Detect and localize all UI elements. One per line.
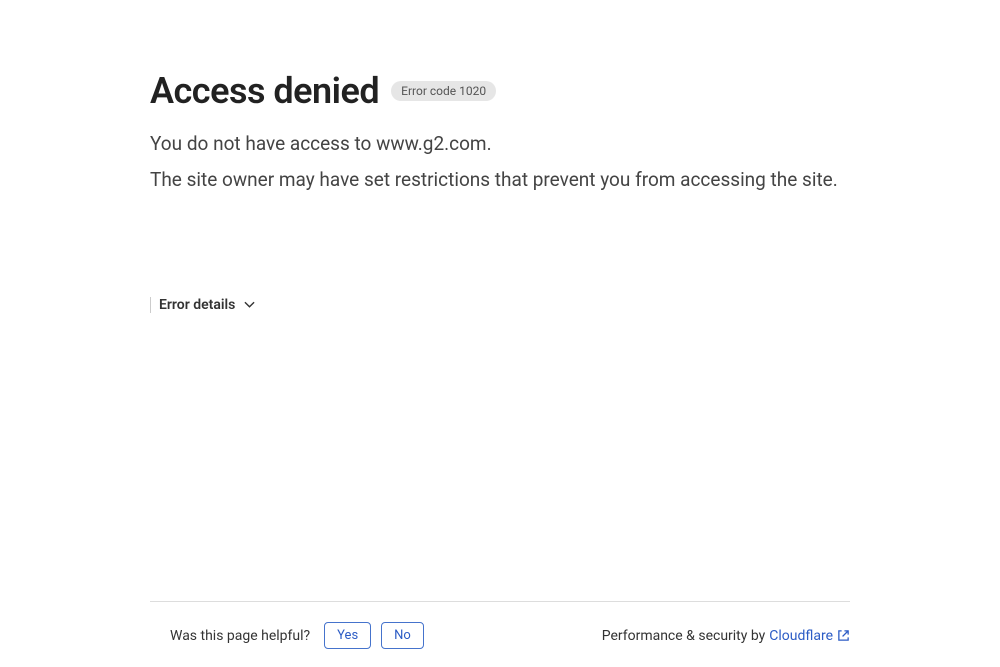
footer-left: Was this page helpful? Yes No bbox=[150, 622, 424, 649]
no-button[interactable]: No bbox=[381, 622, 424, 649]
security-by-text: Performance & security by bbox=[602, 628, 766, 644]
error-details-toggle[interactable]: Error details bbox=[150, 297, 850, 313]
page-title: Access denied bbox=[150, 70, 379, 112]
footer-question: Was this page helpful? bbox=[150, 628, 310, 644]
yes-button[interactable]: Yes bbox=[324, 622, 371, 649]
main-content: Access denied Error code 1020 You do not… bbox=[0, 0, 1000, 313]
header-row: Access denied Error code 1020 bbox=[150, 70, 850, 112]
footer-buttons: Yes No bbox=[324, 622, 424, 649]
error-code-badge: Error code 1020 bbox=[391, 81, 496, 101]
access-message-line2: The site owner may have set restrictions… bbox=[150, 164, 850, 196]
chevron-down-icon bbox=[243, 299, 255, 311]
cloudflare-link-text: Cloudflare bbox=[769, 628, 833, 644]
access-message-line1: You do not have access to www.g2.com. bbox=[150, 128, 850, 160]
external-link-icon bbox=[837, 629, 850, 642]
footer-right: Performance & security by Cloudflare bbox=[602, 628, 850, 644]
cloudflare-link[interactable]: Cloudflare bbox=[769, 628, 850, 644]
footer: Was this page helpful? Yes No Performanc… bbox=[150, 601, 850, 667]
error-details-label: Error details bbox=[159, 297, 235, 313]
